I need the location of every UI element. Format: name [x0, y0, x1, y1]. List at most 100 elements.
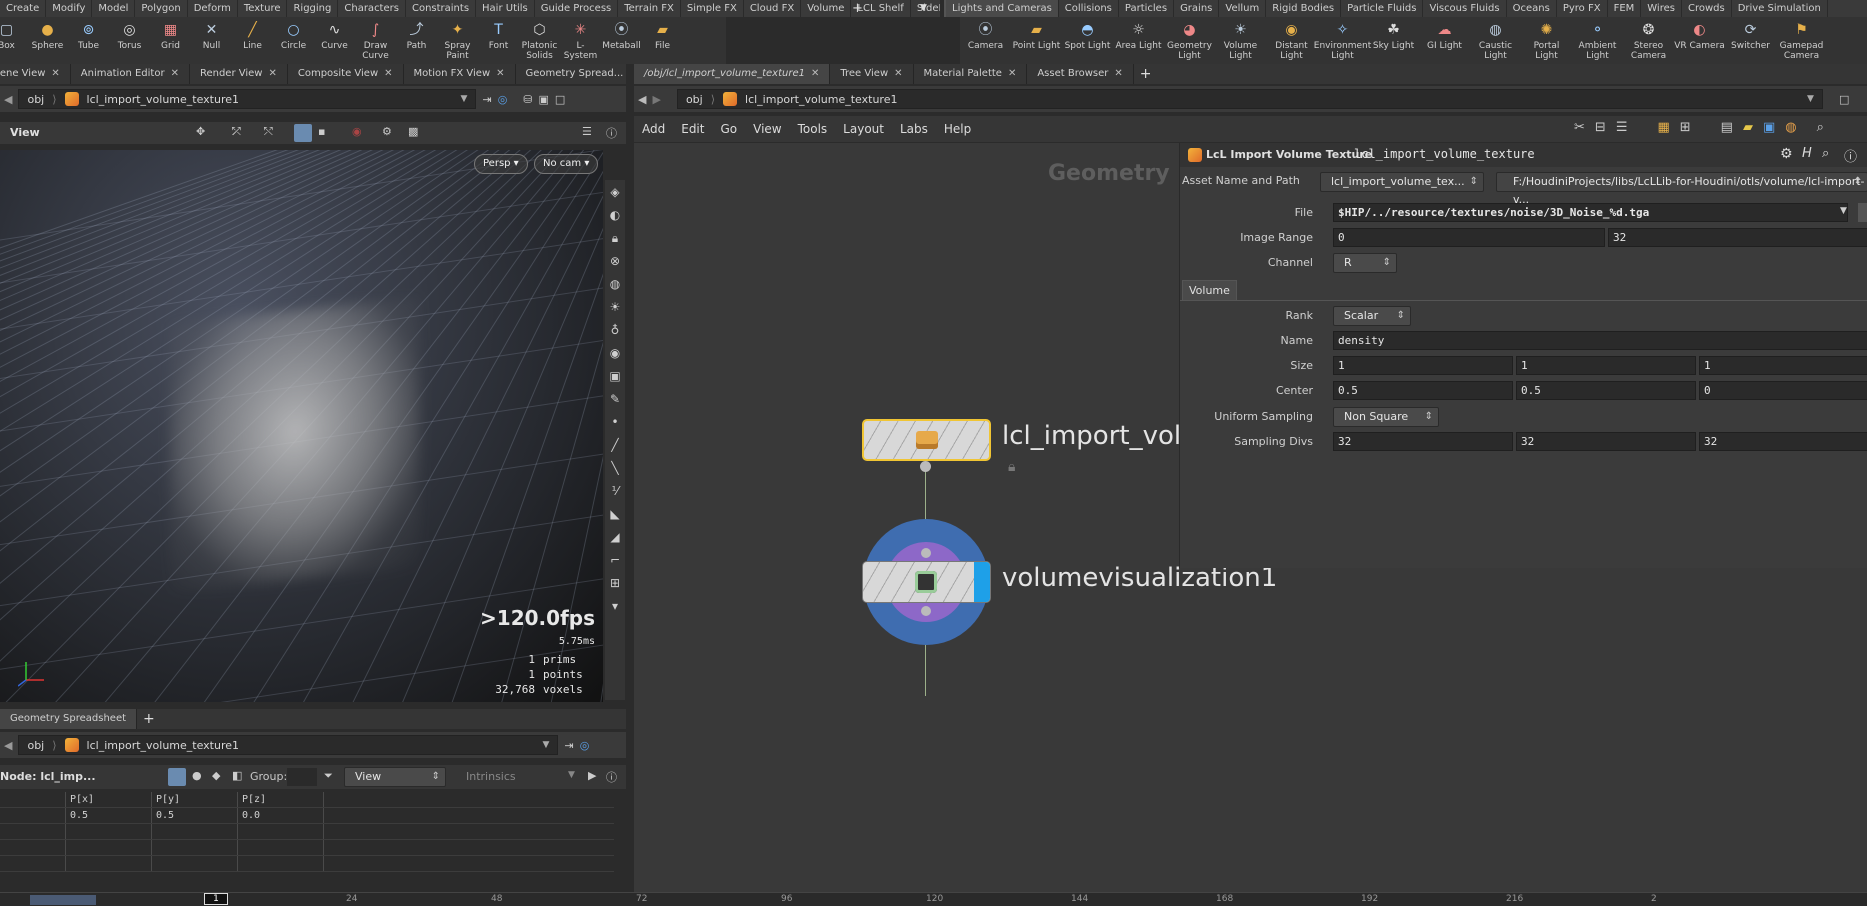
size-y[interactable]: 1: [1516, 356, 1696, 375]
shelf-left-tool-button[interactable]: ◎ Torus: [109, 17, 150, 64]
input-dot[interactable]: [921, 548, 931, 558]
timeline-range-bar[interactable]: [30, 895, 96, 905]
shelf-left-tool-button[interactable]: ∿ Curve: [314, 17, 355, 64]
tools-icon[interactable]: ✂: [1574, 120, 1585, 135]
channel-dropdown[interactable]: R: [1333, 253, 1397, 273]
help-icon[interactable]: ⓘ: [606, 125, 617, 141]
pane-tab[interactable]: Geometry Spread...✕: [516, 64, 626, 84]
point-icon[interactable]: •: [606, 415, 624, 433]
toolbar-icon[interactable]: ╲: [606, 461, 624, 479]
shelf-left-tab[interactable]: Volume: [801, 0, 852, 17]
filter-icon[interactable]: ⏷: [324, 769, 333, 783]
help-text-icon[interactable]: H: [1802, 146, 1812, 161]
intrinsics-dropdown[interactable]: Intrinsics: [466, 770, 516, 783]
toolbar-icon[interactable]: ◍: [606, 277, 624, 295]
grid-icon[interactable]: ▦: [1657, 120, 1669, 135]
shelf-left-tab[interactable]: Texture: [238, 0, 288, 17]
path-context[interactable]: obj: [27, 93, 44, 106]
divs-z[interactable]: 32: [1699, 432, 1867, 451]
shelf-right-tab[interactable]: FEM: [1608, 0, 1642, 17]
shelf-right-tool-button[interactable]: ⟳ Switcher: [1725, 17, 1776, 64]
shelf-left-tool-button[interactable]: ⤴ Path: [396, 17, 437, 64]
shelf-right-tab[interactable]: Vellum: [1219, 0, 1267, 17]
shelf-right-tool-button[interactable]: ☘ Sky Light: [1368, 17, 1419, 64]
shelf-right-tool-button[interactable]: ⦿ Camera: [960, 17, 1011, 64]
close-icon[interactable]: ✕: [384, 64, 392, 84]
toolbar-icon[interactable]: ⊗: [606, 254, 624, 272]
shelf-left-tab[interactable]: Modify: [46, 0, 93, 17]
shelf-left-tab[interactable]: Characters: [338, 0, 406, 17]
center-x[interactable]: 0.5: [1333, 381, 1513, 400]
close-icon[interactable]: ✕: [1114, 64, 1122, 84]
shelf-left-tool-button[interactable]: ⬡ Platonic Solids: [519, 17, 560, 64]
attrib-class-icon[interactable]: [168, 768, 186, 786]
menu-help[interactable]: Help: [936, 122, 979, 136]
view-dropdown[interactable]: View: [344, 767, 446, 787]
network-icon[interactable]: ⛁: [523, 93, 532, 106]
toolbar-icon[interactable]: ◢: [606, 530, 624, 548]
column-header[interactable]: P[x]: [66, 792, 152, 807]
import-volume-node[interactable]: [862, 419, 991, 461]
viewport-menu-icon[interactable]: ☰: [582, 125, 592, 138]
image-range-start[interactable]: 0: [1333, 228, 1605, 247]
shelf-left-tool-button[interactable]: ○ Circle: [273, 17, 314, 64]
menu-edit[interactable]: Edit: [673, 122, 712, 136]
volumevisualization-node[interactable]: [862, 561, 991, 603]
shelf-right-tab[interactable]: Crowds: [1682, 0, 1732, 17]
group-field[interactable]: [287, 768, 317, 786]
file-menu-arrow-icon[interactable]: ▼: [1840, 206, 1847, 216]
pane-tab[interactable]: Asset Browser ✕: [1027, 64, 1134, 84]
image-icon[interactable]: ▣: [1763, 120, 1775, 135]
file-browse-icon[interactable]: [1858, 203, 1867, 222]
shelf-right-tool-button[interactable]: ◕ Geometry Light: [1164, 17, 1215, 64]
camera-settings-icon[interactable]: ⚙: [382, 125, 392, 138]
tab-geometry-spreadsheet[interactable]: Geometry Spreadsheet: [0, 709, 138, 729]
persp-menu[interactable]: Persp ▾: [474, 154, 528, 174]
shelf-left-tab[interactable]: Deform: [188, 0, 238, 17]
intrinsics-arrow-icon[interactable]: ▼: [568, 770, 575, 780]
pane-tab[interactable]: /obj/lcl_import_volume_texture1 ✕: [634, 64, 831, 84]
shelf-right-tab[interactable]: Drive Simulation: [1732, 0, 1828, 17]
shelf-left-tool-button[interactable]: ● Sphere: [27, 17, 68, 64]
back-icon[interactable]: ◀: [4, 739, 12, 752]
lock-icon[interactable]: 🔒︎: [606, 231, 624, 249]
shelf-left-tab[interactable]: Constraints: [406, 0, 477, 17]
size-z[interactable]: 1: [1699, 356, 1867, 375]
detail-icon[interactable]: ◧: [232, 769, 242, 782]
toolbar-icon[interactable]: ⊞: [606, 576, 624, 594]
menu-add[interactable]: Add: [634, 122, 673, 136]
file-field[interactable]: $HIP/../resource/textures/noise/3D_Noise…: [1333, 203, 1848, 222]
size-x[interactable]: 1: [1333, 356, 1513, 375]
folder-tab-volume[interactable]: Volume: [1182, 280, 1237, 300]
current-frame[interactable]: 1: [204, 893, 228, 905]
pin-icon[interactable]: ⇥: [482, 93, 491, 106]
shelf-right-tool-button[interactable]: ☁ GI Light: [1419, 17, 1470, 64]
shelf-menu-arrow-icon[interactable]: ▼: [920, 3, 927, 13]
menu-labs[interactable]: Labs: [892, 122, 936, 136]
rank-dropdown[interactable]: Scalar: [1333, 306, 1411, 326]
shelf-right-tool-button[interactable]: ❂ Stereo Camera: [1623, 17, 1674, 64]
maximize-icon[interactable]: □: [1839, 93, 1849, 106]
center-y[interactable]: 0.5: [1516, 381, 1696, 400]
shelf-right-tab[interactable]: Grains: [1174, 0, 1220, 17]
path-node[interactable]: lcl_import_volume_texture1: [87, 93, 239, 106]
shelf-left-tool-button[interactable]: ✦ Spray Paint: [437, 17, 478, 64]
snap-icon[interactable]: ⤲: [264, 125, 273, 139]
pane-tab[interactable]: Animation Editor ✕: [71, 64, 190, 84]
shelf-right-tool-button[interactable]: ☀ Volume Light: [1215, 17, 1266, 64]
shelf-add-icon[interactable]: +: [852, 1, 863, 16]
shelf-right-tab[interactable]: Particles: [1119, 0, 1175, 17]
close-icon[interactable]: ✕: [268, 64, 276, 84]
pin-icon[interactable]: ⇥: [564, 739, 573, 752]
shelf-right-tool-button[interactable]: ✧ Environment Light: [1314, 17, 1371, 64]
ghost-icon[interactable]: ▪: [318, 125, 325, 138]
display-flag[interactable]: [974, 562, 990, 602]
shelf-left-tool-button[interactable]: T Font: [478, 17, 519, 64]
back-icon[interactable]: ◀: [4, 93, 12, 106]
path-context[interactable]: obj: [686, 93, 703, 106]
tumble-icon[interactable]: ⤱: [232, 125, 241, 139]
shelf-left-tab[interactable]: Guide Process: [535, 0, 619, 17]
shelf-right-tab[interactable]: Oceans: [1507, 0, 1557, 17]
list-icon[interactable]: ☰: [1616, 120, 1628, 135]
shelf-left-tab[interactable]: Model: [92, 0, 136, 17]
